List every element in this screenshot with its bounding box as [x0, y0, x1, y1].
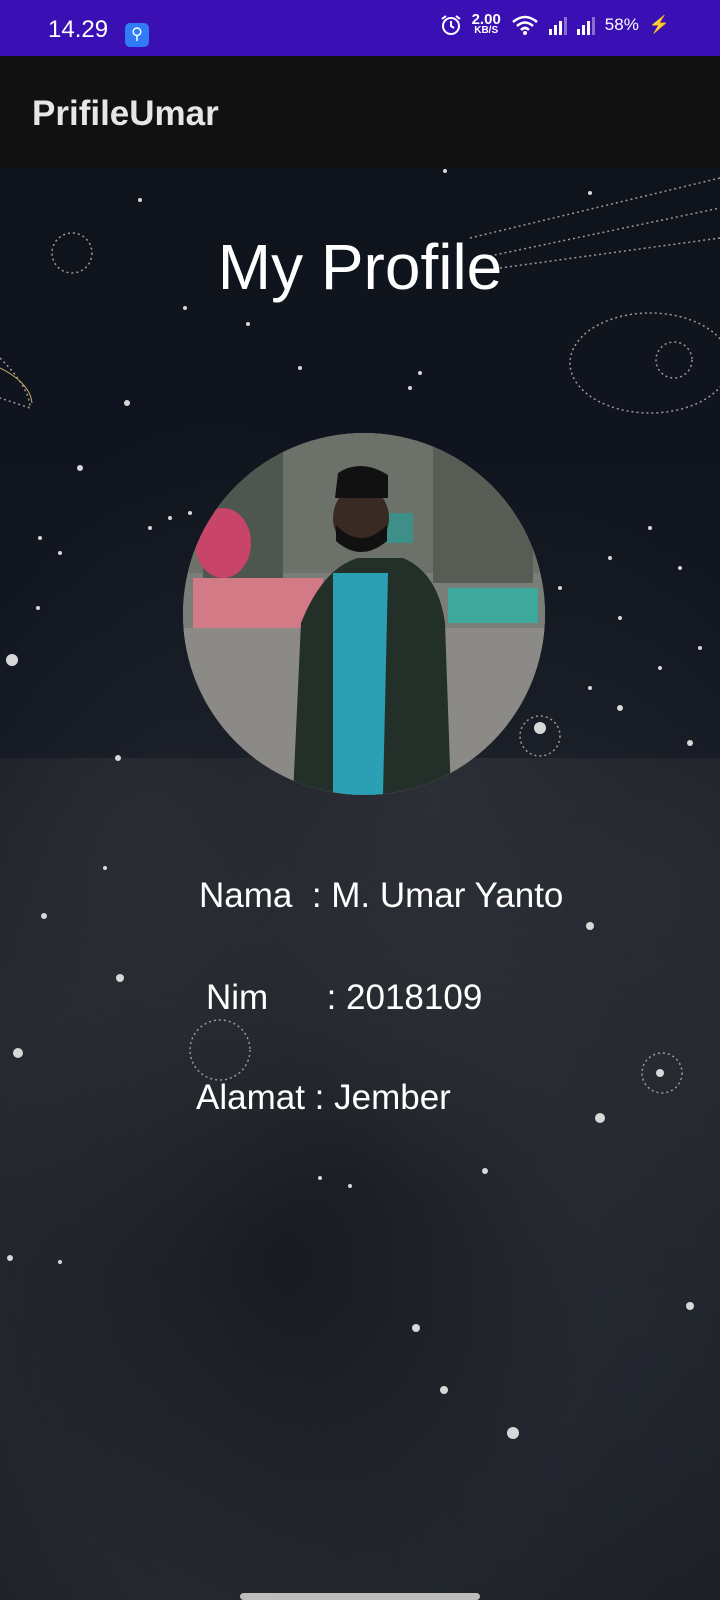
address-label: Alamat — [196, 1078, 305, 1117]
usb-icon: ⚲ — [125, 23, 149, 47]
app-title: PrifileUmar — [32, 94, 219, 133]
network-speed: 2.00 KB/S — [471, 11, 501, 36]
profile-background: My Profile Nama : M. Umar Yanto Nim : 20… — [0, 168, 720, 1600]
alarm-icon — [440, 15, 461, 35]
app-bar: PrifileUmar — [0, 56, 720, 168]
status-time: 14.29 — [48, 16, 109, 43]
battery-level: 58% — [604, 15, 639, 34]
status-icons: 2.00 KB/S 58% ⚡ — [440, 11, 670, 36]
nim-label: Nim — [206, 978, 269, 1017]
name-value: : M. Umar Yanto — [311, 876, 564, 915]
address-row: Alamat : Jember — [196, 1078, 451, 1118]
profile-avatar — [183, 433, 545, 795]
battery-charging-icon: ⚡ — [648, 15, 670, 34]
status-bar: 14.29 ⚲ 2.00 KB/S 58% ⚡ — [0, 0, 720, 56]
nim-row: Nim : 2018109 — [206, 978, 482, 1018]
name-row: Nama : M. Umar Yanto — [199, 876, 563, 916]
signal-icon — [576, 15, 595, 35]
page-title: My Profile — [217, 231, 503, 303]
nim-value: : 2018109 — [326, 978, 483, 1017]
name-label: Nama — [199, 876, 293, 915]
address-value: : Jember — [314, 1078, 451, 1117]
signal-icon — [548, 15, 567, 35]
home-indicator[interactable] — [240, 1593, 480, 1600]
wifi-icon — [511, 15, 538, 35]
